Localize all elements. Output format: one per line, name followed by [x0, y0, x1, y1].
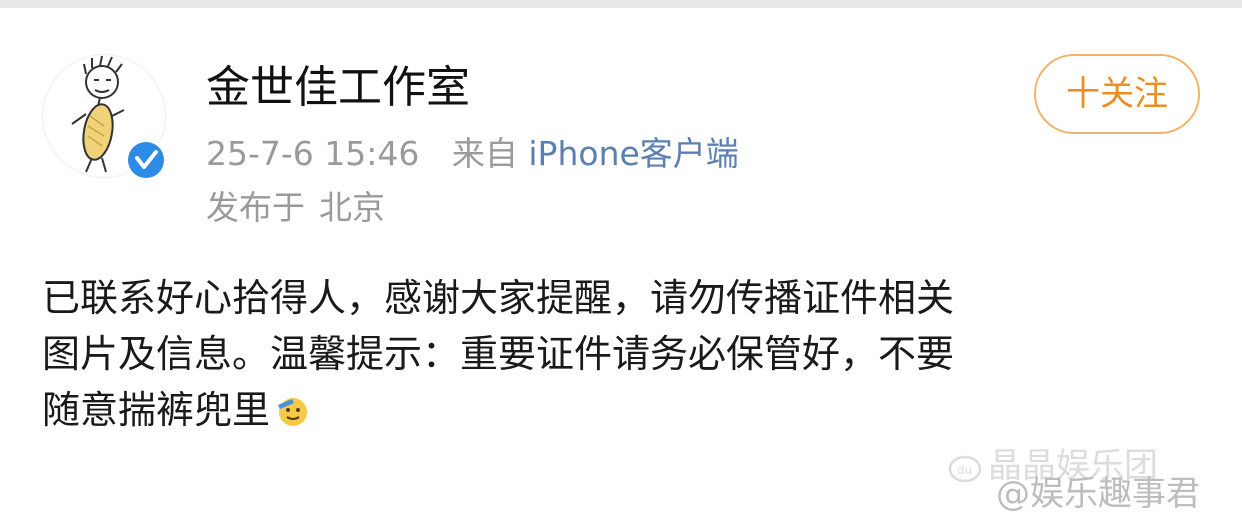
watermark-logo-icon: du [948, 452, 982, 492]
location-prefix: 发布于 [206, 188, 305, 227]
top-divider [0, 0, 1242, 8]
source-app[interactable]: iPhone客户端 [528, 134, 738, 173]
content-line: 已联系好心拾得人，感谢大家提醒，请勿传播证件相关 [42, 276, 955, 320]
author-name[interactable]: 金世佳工作室 [206, 62, 470, 114]
salute-face-icon [274, 388, 312, 426]
verified-badge-icon [124, 138, 168, 182]
watermark-line2: @娱乐趣事君 [996, 474, 1200, 514]
content-line-last: 随意揣裤兜里 [42, 382, 1212, 438]
post-time: 25-7-6 15:46 [206, 134, 420, 173]
svg-text:du: du [957, 463, 972, 477]
source-prefix: 来自 [451, 134, 518, 173]
post-content: 已联系好心拾得人，感谢大家提醒，请勿传播证件相关 图片及信息。温馨提示：重要证件… [42, 270, 1212, 438]
content-line: 图片及信息。温馨提示：重要证件请务必保管好，不要 [42, 332, 955, 376]
post-location: 发布于 北京 [206, 186, 385, 230]
follow-button[interactable]: 十关注 [1034, 54, 1200, 134]
post-meta: 25-7-6 15:46 来自 iPhone客户端 [206, 132, 739, 176]
location-city: 北京 [319, 188, 385, 227]
